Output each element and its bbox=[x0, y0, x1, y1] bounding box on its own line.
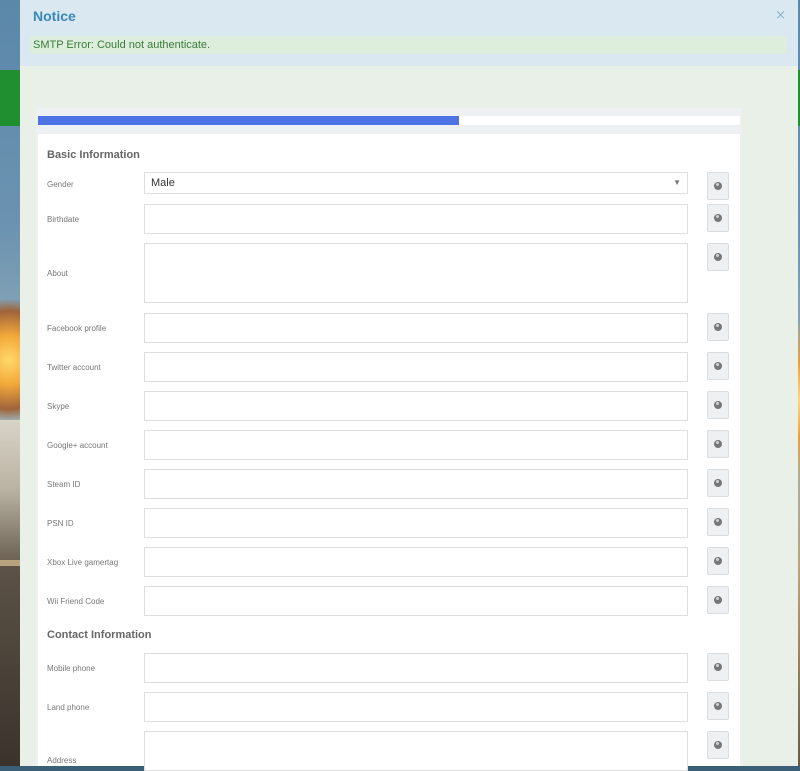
globe-icon bbox=[714, 323, 722, 331]
gender-select[interactable]: Male ▼ bbox=[144, 172, 688, 194]
field-label-steam-id: Steam ID bbox=[47, 480, 81, 489]
visibility-button-google-plus[interactable] bbox=[707, 430, 729, 458]
visibility-button-xbox[interactable] bbox=[707, 547, 729, 575]
globe-icon bbox=[714, 182, 722, 190]
progress-bar bbox=[38, 116, 740, 125]
skype-input[interactable] bbox=[144, 391, 688, 421]
visibility-button-twitter[interactable] bbox=[707, 352, 729, 380]
google-plus-account-input[interactable] bbox=[144, 430, 688, 460]
field-label-xbox-live-gamertag: Xbox Live gamertag bbox=[47, 558, 119, 567]
globe-icon bbox=[714, 253, 722, 261]
caret-down-icon: ▼ bbox=[673, 178, 681, 187]
background-explosion bbox=[0, 300, 22, 420]
mobile-phone-input[interactable] bbox=[144, 653, 688, 683]
field-label-birthdate: Birthdate bbox=[47, 215, 80, 224]
visibility-button-steam[interactable] bbox=[707, 469, 729, 497]
twitter-account-input[interactable] bbox=[144, 352, 688, 382]
globe-icon bbox=[714, 702, 722, 710]
field-label-google-plus-account: Google+ account bbox=[47, 441, 108, 450]
background-green-strip bbox=[0, 70, 22, 126]
field-label-twitter-account: Twitter account bbox=[47, 363, 101, 372]
visibility-button-psn[interactable] bbox=[707, 508, 729, 536]
field-label-facebook-profile: Facebook profile bbox=[47, 324, 107, 333]
section-title-contact-information: Contact Information bbox=[47, 629, 152, 641]
field-label-address: Address bbox=[47, 756, 77, 765]
profile-form-panel: Basic Information Gender Male ▼ Birthdat… bbox=[38, 134, 740, 771]
birthdate-input[interactable] bbox=[144, 204, 688, 234]
notice-header: Notice × SMTP Error: Could not authentic… bbox=[20, 0, 798, 66]
globe-icon bbox=[714, 479, 722, 487]
background-ground bbox=[0, 566, 22, 766]
notice-title: Notice bbox=[33, 8, 76, 24]
globe-icon bbox=[714, 596, 722, 604]
visibility-button-address[interactable] bbox=[707, 731, 729, 759]
about-textarea[interactable] bbox=[144, 243, 688, 303]
visibility-button-land-phone[interactable] bbox=[707, 692, 729, 720]
visibility-button-gender[interactable] bbox=[707, 172, 729, 200]
xbox-live-gamertag-input[interactable] bbox=[144, 547, 688, 577]
field-label-skype: Skype bbox=[47, 402, 70, 411]
globe-icon bbox=[714, 557, 722, 565]
visibility-button-birthdate[interactable] bbox=[707, 204, 729, 232]
globe-icon bbox=[714, 214, 722, 222]
background-figure bbox=[0, 420, 20, 560]
field-label-land-phone: Land phone bbox=[47, 703, 90, 712]
field-label-gender: Gender bbox=[47, 180, 74, 189]
progress-bar-fill bbox=[38, 116, 460, 125]
visibility-button-facebook[interactable] bbox=[707, 313, 729, 341]
globe-icon bbox=[714, 401, 722, 409]
error-message: SMTP Error: Could not authenticate. bbox=[30, 36, 787, 54]
psn-id-input[interactable] bbox=[144, 508, 688, 538]
visibility-button-mobile-phone[interactable] bbox=[707, 653, 729, 681]
field-label-wii-friend-code: Wii Friend Code bbox=[47, 597, 105, 606]
field-label-mobile-phone: Mobile phone bbox=[47, 664, 96, 673]
globe-icon bbox=[714, 518, 722, 526]
visibility-button-about[interactable] bbox=[707, 243, 729, 271]
visibility-button-wii[interactable] bbox=[707, 586, 729, 614]
steam-id-input[interactable] bbox=[144, 469, 688, 499]
field-label-about: About bbox=[47, 269, 68, 278]
globe-icon bbox=[714, 362, 722, 370]
field-label-psn-id: PSN ID bbox=[47, 519, 74, 528]
section-title-basic-information: Basic Information bbox=[47, 149, 140, 161]
visibility-button-skype[interactable] bbox=[707, 391, 729, 419]
globe-icon bbox=[714, 663, 722, 671]
facebook-profile-input[interactable] bbox=[144, 313, 688, 343]
globe-icon bbox=[714, 741, 722, 749]
globe-icon bbox=[714, 440, 722, 448]
gender-select-value: Male bbox=[151, 177, 175, 189]
land-phone-input[interactable] bbox=[144, 692, 688, 722]
address-input[interactable] bbox=[144, 731, 688, 771]
close-icon[interactable]: × bbox=[775, 8, 786, 23]
wii-friend-code-input[interactable] bbox=[144, 586, 688, 616]
